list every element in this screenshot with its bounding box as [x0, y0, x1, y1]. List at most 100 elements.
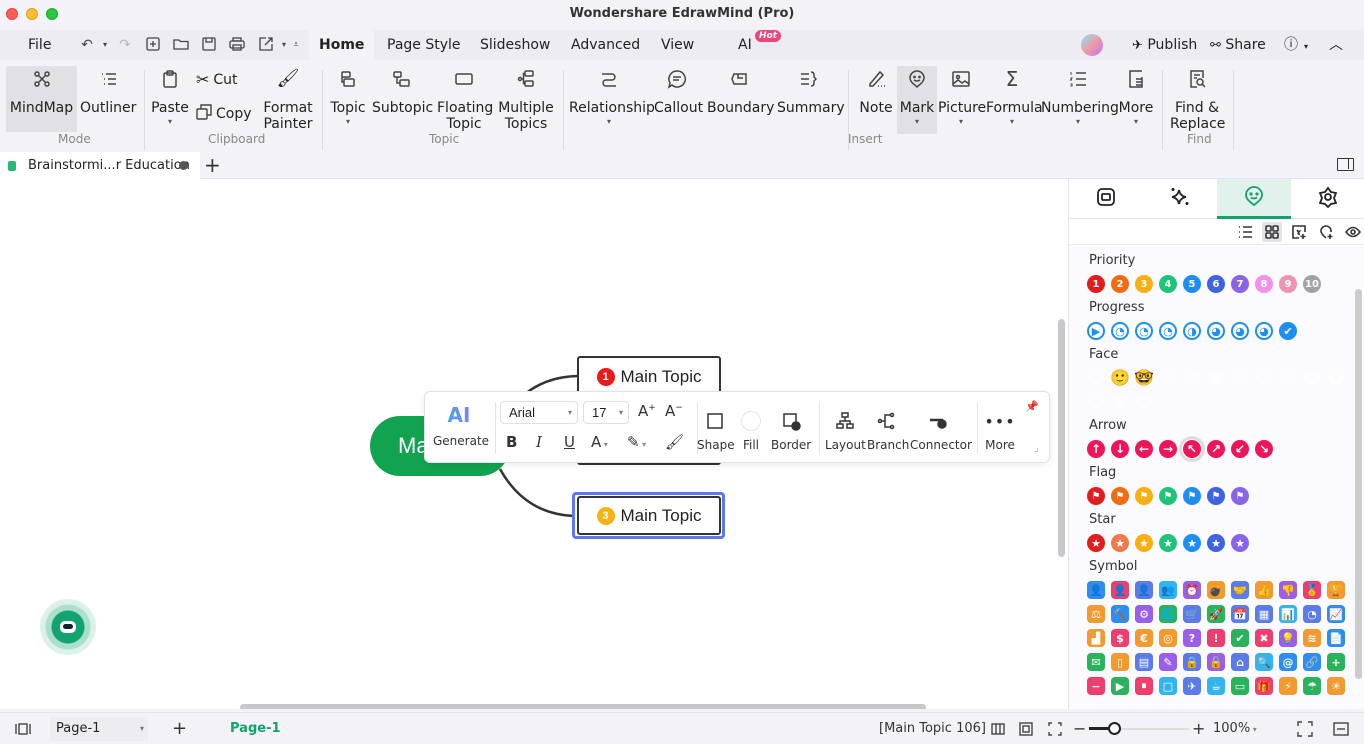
priority-2-icon[interactable]: 2 — [1111, 275, 1129, 293]
progress-5-icon[interactable]: ◑ — [1183, 322, 1201, 340]
layout-button[interactable]: Layout — [825, 406, 866, 452]
decrease-font-icon[interactable]: A− — [665, 402, 683, 420]
panel-tab-mark[interactable] — [1217, 179, 1291, 219]
symbol-30-icon[interactable]: ✖ — [1255, 629, 1273, 647]
face-2-icon[interactable]: 🙂 — [1110, 368, 1130, 387]
symbol-48-icon[interactable]: □ — [1159, 677, 1177, 695]
symbol-46-icon[interactable]: ▶ — [1111, 677, 1129, 695]
add-custom-mark-icon[interactable] — [1289, 222, 1309, 242]
mindmap-mode-button[interactable]: MindMap — [6, 66, 77, 132]
symbol-55-icon[interactable]: ☀ — [1327, 677, 1345, 695]
zoom-slider[interactable] — [1089, 722, 1189, 735]
symbol-40-icon[interactable]: ⌂ — [1231, 653, 1249, 671]
symbol-33-icon[interactable]: 📄 — [1327, 629, 1345, 647]
star-4-icon[interactable]: ★ — [1159, 534, 1177, 552]
collapse-ribbon-button[interactable]: ︿ — [1329, 30, 1343, 60]
ai-assistant-bot-button[interactable] — [40, 599, 96, 655]
print-icon[interactable] — [229, 37, 245, 53]
zoom-in-button[interactable]: + — [1192, 713, 1205, 744]
new-tab-button[interactable]: + — [204, 152, 221, 179]
progress-6-icon[interactable]: ◕ — [1207, 322, 1225, 340]
maximize-window-button[interactable] — [46, 8, 58, 20]
save-icon[interactable] — [201, 37, 217, 53]
symbol-32-icon[interactable]: ≋ — [1303, 629, 1321, 647]
symbol-19-icon[interactable]: ▦ — [1255, 605, 1273, 623]
help-button[interactable]: ⓘ ▾ — [1284, 30, 1308, 60]
multiple-topics-button[interactable]: Multiple Topics — [498, 66, 554, 132]
symbol-37-icon[interactable]: ✎ — [1159, 653, 1177, 671]
flag-2-icon[interactable]: ⚑ — [1111, 487, 1129, 505]
add-mark-group-icon[interactable] — [1316, 222, 1336, 242]
symbol-15-icon[interactable]: 🌐 — [1159, 605, 1177, 623]
face-1-icon[interactable]: 😄 — [1087, 368, 1105, 387]
progress-2-icon[interactable]: ◔ — [1111, 322, 1129, 340]
symbol-2-icon[interactable]: 👤 — [1111, 581, 1129, 599]
priority-7-icon[interactable]: 7 — [1231, 275, 1249, 293]
fill-button[interactable]: Fill — [738, 406, 764, 452]
symbol-31-icon[interactable]: 💡 — [1279, 629, 1297, 647]
fullscreen-icon[interactable] — [1297, 721, 1313, 737]
arrow-7-icon[interactable]: ↙ — [1231, 440, 1249, 458]
summary-button[interactable]: Summary — [777, 66, 845, 116]
share-button[interactable]: ⚯ Share — [1210, 30, 1266, 60]
tab-ai[interactable]: AI — [738, 30, 752, 60]
mark-button[interactable]: Mark ▾ — [897, 66, 937, 134]
symbol-3-icon[interactable]: 👤 — [1135, 581, 1153, 599]
ai-generate-button[interactable]: AI Generate — [433, 400, 489, 448]
vertical-scrollbar[interactable] — [1058, 319, 1065, 557]
symbol-29-icon[interactable]: ✔ — [1231, 629, 1249, 647]
document-tab[interactable]: Brainstormi...r Education — [0, 152, 200, 179]
symbol-45-icon[interactable]: − — [1087, 677, 1105, 695]
page-panel-toggle-icon[interactable] — [15, 721, 31, 737]
arrow-3-icon[interactable]: ← — [1135, 440, 1153, 458]
grid-view-icon[interactable] — [1262, 222, 1282, 242]
publish-button[interactable]: ✈ Publish — [1132, 30, 1197, 60]
flag-1-icon[interactable]: ⚑ — [1087, 487, 1105, 505]
pin-icon[interactable]: 📌 — [1025, 400, 1039, 413]
priority-8-icon[interactable]: 8 — [1255, 275, 1273, 293]
symbol-43-icon[interactable]: 🔗 — [1303, 653, 1321, 671]
flag-3-icon[interactable]: ⚑ — [1135, 487, 1153, 505]
tab-advanced[interactable]: Advanced — [571, 30, 640, 60]
progress-4-icon[interactable]: ◔ — [1159, 322, 1177, 340]
font-size-select[interactable]: 17 ▾ — [583, 401, 629, 424]
panel-tab-theme[interactable] — [1291, 179, 1364, 219]
flag-6-icon[interactable]: ⚑ — [1207, 487, 1225, 505]
symbol-21-icon[interactable]: ◔ — [1303, 605, 1321, 623]
symbol-8-icon[interactable]: 👍 — [1255, 581, 1273, 599]
star-3-icon[interactable]: ★ — [1135, 534, 1153, 552]
symbol-4-icon[interactable]: 👥 — [1159, 581, 1177, 599]
symbol-50-icon[interactable]: ☕ — [1207, 677, 1225, 695]
more-button[interactable]: ••• More — [981, 406, 1019, 453]
symbol-11-icon[interactable]: 🏆 — [1327, 581, 1345, 599]
symbol-23-icon[interactable]: ▟ — [1087, 629, 1105, 647]
mindmap-canvas[interactable]: Ma 1 Main Topic 3 Main Topic AI Generate… — [0, 179, 1068, 709]
progress-7-icon[interactable]: ◕ — [1231, 322, 1249, 340]
symbol-42-icon[interactable]: @ — [1279, 653, 1297, 671]
face-14-icon[interactable]: 😍 — [1135, 392, 1153, 411]
face-10-icon[interactable]: 😱 — [1303, 368, 1321, 387]
priority-5-icon[interactable]: 5 — [1183, 275, 1201, 293]
face-6-icon[interactable]: 😭 — [1207, 368, 1226, 387]
horizontal-scrollbar[interactable] — [240, 704, 926, 709]
face-11-icon[interactable]: 😷 — [1327, 368, 1345, 387]
tab-slideshow[interactable]: Slideshow — [480, 30, 550, 60]
face-8-icon[interactable]: 😕 — [1255, 368, 1273, 387]
symbol-5-icon[interactable]: ⏰ — [1183, 581, 1201, 599]
bold-icon[interactable]: B — [506, 433, 517, 451]
fit-width-icon[interactable] — [1333, 721, 1349, 737]
star-7-icon[interactable]: ★ — [1231, 534, 1249, 552]
panel-tab-format[interactable] — [1069, 179, 1143, 219]
eye-icon[interactable] — [1343, 222, 1363, 242]
shape-button[interactable]: Shape — [697, 406, 735, 452]
symbol-52-icon[interactable]: 🎁 — [1255, 677, 1273, 695]
arrow-1-icon[interactable]: ↑ — [1087, 440, 1105, 458]
symbol-39-icon[interactable]: 🔓 — [1207, 653, 1225, 671]
export-icon[interactable] — [258, 37, 274, 53]
symbol-49-icon[interactable]: ✈ — [1183, 677, 1201, 695]
fit-screen-icon[interactable] — [1047, 721, 1063, 737]
toggle-panel-icon[interactable] — [1337, 158, 1354, 171]
flag-7-icon[interactable]: ⚑ — [1231, 487, 1249, 505]
clear-format-icon[interactable]: 🖌 — [665, 433, 684, 451]
priority-6-icon[interactable]: 6 — [1207, 275, 1225, 293]
